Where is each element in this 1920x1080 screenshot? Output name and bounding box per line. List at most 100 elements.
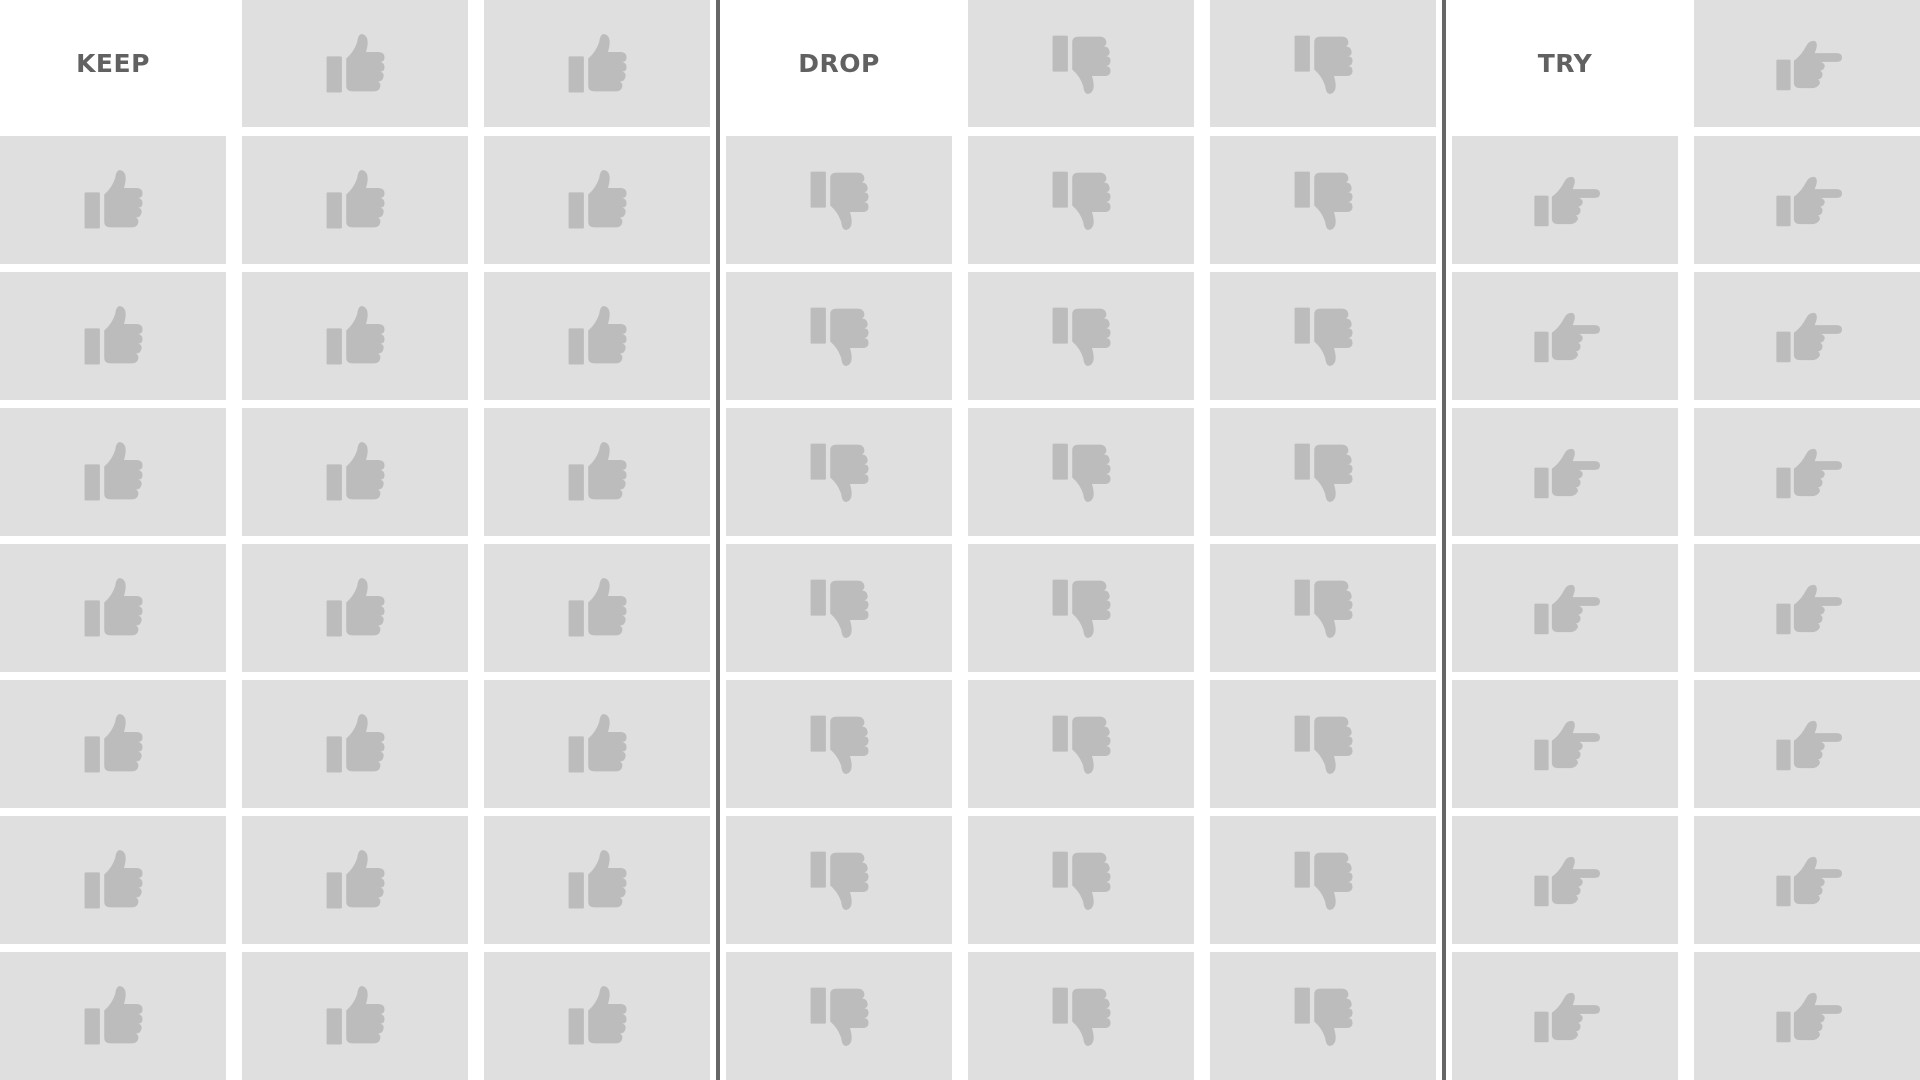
try-card[interactable] xyxy=(1452,680,1678,808)
keep-card[interactable] xyxy=(484,816,710,944)
keep-header-label: KEEP xyxy=(76,49,150,78)
drop-card[interactable] xyxy=(968,816,1194,944)
drop-card[interactable] xyxy=(968,408,1194,536)
keep-card[interactable] xyxy=(242,544,468,672)
thumbs-up-icon xyxy=(320,301,390,371)
pointing-hand-icon xyxy=(1530,709,1600,779)
try-header: TRY xyxy=(1452,0,1678,127)
keep-card[interactable] xyxy=(242,136,468,264)
section-divider xyxy=(1442,0,1446,1080)
keep-card[interactable] xyxy=(484,272,710,400)
thumbs-down-icon xyxy=(1046,165,1116,235)
keep-card[interactable] xyxy=(0,816,226,944)
thumbs-up-icon xyxy=(78,165,148,235)
drop-card[interactable] xyxy=(1210,952,1436,1080)
thumbs-up-icon xyxy=(320,437,390,507)
keep-card[interactable] xyxy=(242,680,468,808)
thumbs-up-icon xyxy=(78,573,148,643)
try-card[interactable] xyxy=(1694,272,1920,400)
drop-card[interactable] xyxy=(1210,816,1436,944)
try-card[interactable] xyxy=(1694,0,1920,127)
keep-card[interactable] xyxy=(242,272,468,400)
thumbs-down-icon xyxy=(804,573,874,643)
drop-card[interactable] xyxy=(726,816,952,944)
thumbs-down-icon xyxy=(804,981,874,1051)
drop-card[interactable] xyxy=(968,544,1194,672)
pointing-hand-icon xyxy=(1772,437,1842,507)
try-card[interactable] xyxy=(1694,408,1920,536)
thumbs-down-icon xyxy=(1046,437,1116,507)
pointing-hand-icon xyxy=(1772,29,1842,99)
thumbs-down-icon xyxy=(1046,573,1116,643)
keep-card[interactable] xyxy=(0,544,226,672)
thumbs-up-icon xyxy=(320,573,390,643)
drop-card[interactable] xyxy=(726,272,952,400)
keep-card[interactable] xyxy=(242,0,468,127)
keep-card[interactable] xyxy=(0,136,226,264)
keep-card[interactable] xyxy=(0,408,226,536)
drop-card[interactable] xyxy=(968,272,1194,400)
thumbs-up-icon xyxy=(562,573,632,643)
keep-header: KEEP xyxy=(0,0,226,127)
keep-card[interactable] xyxy=(484,680,710,808)
drop-card[interactable] xyxy=(726,952,952,1080)
drop-card[interactable] xyxy=(1210,0,1436,127)
keep-card[interactable] xyxy=(242,816,468,944)
drop-card[interactable] xyxy=(968,680,1194,808)
try-card[interactable] xyxy=(1694,544,1920,672)
thumbs-up-icon xyxy=(320,165,390,235)
drop-card[interactable] xyxy=(726,680,952,808)
thumbs-down-icon xyxy=(1046,981,1116,1051)
drop-card[interactable] xyxy=(1210,272,1436,400)
drop-card[interactable] xyxy=(968,136,1194,264)
try-card[interactable] xyxy=(1452,408,1678,536)
drop-card[interactable] xyxy=(726,136,952,264)
pointing-hand-icon xyxy=(1530,165,1600,235)
thumbs-down-icon xyxy=(804,301,874,371)
try-card[interactable] xyxy=(1452,952,1678,1080)
try-card[interactable] xyxy=(1452,136,1678,264)
drop-card[interactable] xyxy=(968,952,1194,1080)
thumbs-down-icon xyxy=(804,709,874,779)
drop-card[interactable] xyxy=(1210,544,1436,672)
drop-card[interactable] xyxy=(1210,136,1436,264)
drop-card[interactable] xyxy=(1210,680,1436,808)
try-card[interactable] xyxy=(1452,816,1678,944)
thumbs-down-icon xyxy=(1046,301,1116,371)
drop-card[interactable] xyxy=(968,0,1194,127)
try-card[interactable] xyxy=(1452,272,1678,400)
pointing-hand-icon xyxy=(1530,573,1600,643)
thumbs-up-icon xyxy=(78,301,148,371)
keep-card[interactable] xyxy=(242,952,468,1080)
keep-card[interactable] xyxy=(484,544,710,672)
try-card[interactable] xyxy=(1694,680,1920,808)
thumbs-down-icon xyxy=(1288,573,1358,643)
drop-card[interactable] xyxy=(726,544,952,672)
try-card[interactable] xyxy=(1694,816,1920,944)
keep-card[interactable] xyxy=(484,0,710,127)
section-divider xyxy=(716,0,720,1080)
try-card[interactable] xyxy=(1694,136,1920,264)
thumbs-up-icon xyxy=(78,981,148,1051)
drop-card[interactable] xyxy=(1210,408,1436,536)
thumbs-up-icon xyxy=(562,845,632,915)
keep-card[interactable] xyxy=(484,952,710,1080)
pointing-hand-icon xyxy=(1772,845,1842,915)
thumbs-up-icon xyxy=(320,709,390,779)
pointing-hand-icon xyxy=(1772,165,1842,235)
try-header-label: TRY xyxy=(1537,49,1593,78)
keep-card[interactable] xyxy=(0,272,226,400)
keep-card[interactable] xyxy=(0,952,226,1080)
retrospective-board: KEEP DROP TRY xyxy=(0,0,1920,1080)
pointing-hand-icon xyxy=(1530,981,1600,1051)
keep-card[interactable] xyxy=(0,680,226,808)
try-card[interactable] xyxy=(1694,952,1920,1080)
try-card[interactable] xyxy=(1452,544,1678,672)
drop-card[interactable] xyxy=(726,408,952,536)
thumbs-down-icon xyxy=(1046,709,1116,779)
thumbs-down-icon xyxy=(1288,165,1358,235)
thumbs-up-icon xyxy=(562,29,632,99)
keep-card[interactable] xyxy=(484,136,710,264)
keep-card[interactable] xyxy=(484,408,710,536)
keep-card[interactable] xyxy=(242,408,468,536)
